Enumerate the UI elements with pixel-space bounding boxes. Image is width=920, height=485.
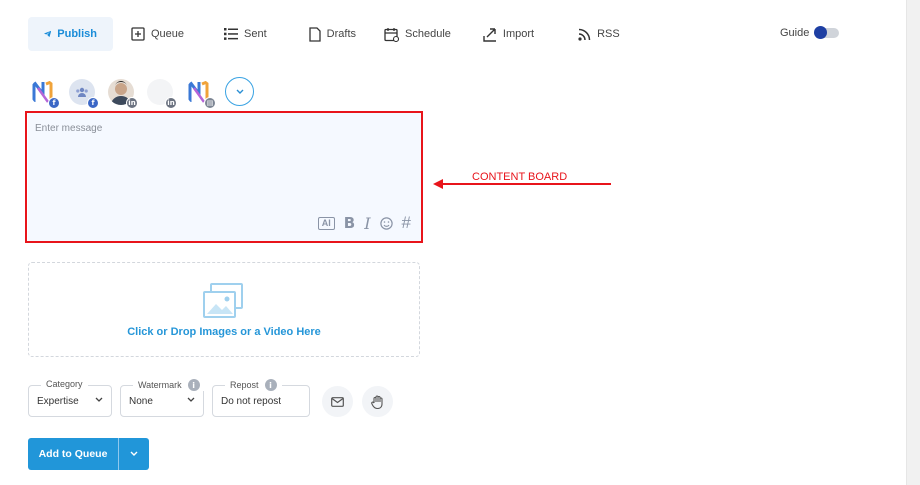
page-scrollbar[interactable] <box>906 0 920 485</box>
watermark-value: None <box>129 396 153 407</box>
hand-button[interactable] <box>362 386 393 417</box>
top-nav: Publish Queue Sent Drafts Schedule Impor… <box>28 17 620 51</box>
tab-sent[interactable]: Sent <box>224 17 267 51</box>
calendar-icon <box>384 27 400 42</box>
chevron-down-icon <box>95 397 103 402</box>
guide-toggle-knob <box>814 26 828 39</box>
hand-icon <box>371 394 383 409</box>
linkedin-badge-icon: in <box>126 96 138 109</box>
category-value: Expertise <box>37 396 79 407</box>
category-select[interactable]: Category Expertise <box>28 379 112 417</box>
watermark-select[interactable]: Watermark i None <box>120 379 205 417</box>
envelope-icon <box>331 396 344 407</box>
tab-sent-label: Sent <box>244 28 267 40</box>
content-board-highlight <box>25 111 423 243</box>
tab-rss[interactable]: RSS <box>578 17 620 51</box>
chevron-down-icon <box>130 451 138 456</box>
images-icon <box>203 282 243 318</box>
tab-queue-label: Queue <box>151 28 185 40</box>
guide-label: Guide <box>780 27 810 39</box>
queue-options-dropdown[interactable] <box>119 438 149 470</box>
list-icon <box>224 28 239 40</box>
account-avatar[interactable]: ▤ <box>186 79 216 109</box>
document-icon <box>309 26 321 42</box>
tab-rss-label: RSS <box>597 28 620 40</box>
guide-toggle[interactable] <box>814 26 840 39</box>
account-avatar[interactable]: in <box>108 78 138 109</box>
expand-accounts-button[interactable] <box>225 77 254 106</box>
add-square-icon <box>131 27 145 41</box>
facebook-badge-icon: f <box>48 96 60 109</box>
annotation-label: CONTENT BOARD <box>472 171 568 183</box>
email-button[interactable] <box>322 386 353 417</box>
repost-value: Do not repost <box>221 396 282 407</box>
tab-drafts[interactable]: Drafts <box>309 17 356 51</box>
tab-schedule[interactable]: Schedule <box>384 17 451 51</box>
category-label: Category <box>41 379 88 389</box>
tab-import-label: Import <box>502 28 535 40</box>
paper-plane-icon <box>44 30 52 38</box>
account-avatar[interactable]: in <box>147 78 177 109</box>
media-drop-zone[interactable]: Click or Drop Images or a Video Here <box>28 262 420 357</box>
tab-publish[interactable]: Publish <box>28 17 113 51</box>
watermark-label: Watermark i <box>133 379 205 391</box>
tab-schedule-label: Schedule <box>405 28 451 40</box>
info-icon[interactable]: i <box>187 379 200 391</box>
tab-import[interactable]: Import <box>483 17 534 51</box>
guide-toggle-group: Guide <box>780 26 840 39</box>
linkedin-badge-icon: in <box>165 96 177 109</box>
chevron-down-icon <box>187 397 195 402</box>
facebook-badge-icon: f <box>87 96 99 109</box>
media-drop-text: Click or Drop Images or a Video Here <box>127 325 321 338</box>
account-selector: f f in in ▤ <box>30 77 254 109</box>
repost-select[interactable]: Repost i Do not repost <box>212 379 310 417</box>
tab-publish-label: Publish <box>57 28 97 40</box>
tab-queue[interactable]: Queue <box>131 17 184 51</box>
google-business-badge-icon: ▤ <box>204 96 216 109</box>
chevron-down-icon <box>236 89 243 94</box>
rss-icon <box>578 28 591 41</box>
add-to-queue-button[interactable]: Add to Queue <box>28 438 118 470</box>
info-icon[interactable]: i <box>264 379 277 391</box>
annotation-arrow-line <box>441 183 611 185</box>
tab-drafts-label: Drafts <box>326 28 357 40</box>
import-icon <box>483 27 496 42</box>
annotation-arrow-head <box>433 179 443 189</box>
account-avatar[interactable]: f <box>69 78 99 109</box>
add-to-queue-group: Add to Queue <box>28 438 149 470</box>
account-avatar[interactable]: f <box>30 79 60 109</box>
repost-label: Repost i <box>225 379 282 391</box>
